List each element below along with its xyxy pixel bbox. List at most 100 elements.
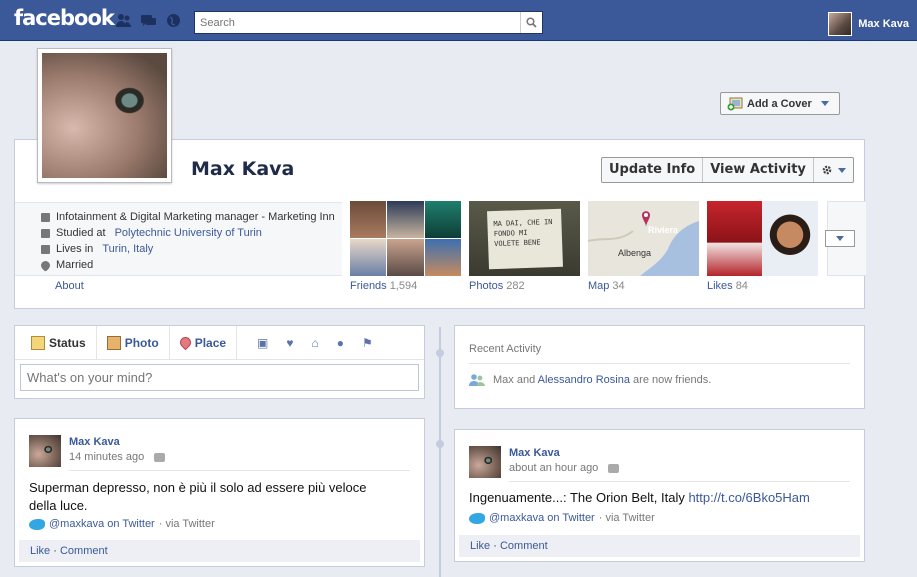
recent-activity-title: Recent Activity — [469, 343, 542, 355]
post-time[interactable]: 14 minutes ago — [69, 451, 144, 463]
author-avatar[interactable] — [29, 435, 61, 467]
view-activity-button[interactable]: View Activity — [703, 158, 814, 182]
post-text: Ingenuamente...: The Orion Belt, Italy h… — [469, 490, 810, 505]
chevron-down-icon — [836, 236, 844, 241]
via-source: · via Twitter — [158, 518, 215, 530]
place-pin-icon — [177, 334, 193, 351]
home-icon[interactable]: ⌂ — [312, 336, 319, 350]
info-relationship: Married — [39, 257, 342, 273]
status-composer: Status Photo Place ▣ ♥ ⌂ ● ⚑ — [14, 325, 425, 399]
twitter-user-link[interactable]: @maxkava on Twitter — [49, 518, 155, 530]
user-name: Max Kava — [858, 18, 909, 30]
info-relationship-text: Married — [56, 259, 94, 271]
timeline-dot — [436, 440, 444, 448]
user-menu[interactable]: Max Kava — [828, 12, 909, 36]
top-bar: facebook Max Kava — [0, 0, 917, 41]
info-work: Infotainment & Digital Marketing manager… — [41, 209, 342, 225]
audience-friends-icon[interactable] — [154, 452, 166, 462]
search-box — [194, 11, 543, 34]
twitter-bird-icon — [29, 518, 45, 530]
settings-dropdown-button[interactable] — [814, 158, 853, 182]
info-education-prefix: Studied at — [56, 227, 109, 239]
profile-name: Max Kava — [191, 158, 295, 180]
heart-icon[interactable]: ♥ — [286, 336, 293, 350]
info-education: Studied at Polytechnic University of Tur… — [41, 225, 342, 241]
friend-link[interactable]: Alessandro Rosina — [538, 374, 630, 386]
map-tile[interactable]: Riviera Albenga — [588, 201, 699, 276]
tab-place[interactable]: Place — [177, 325, 238, 360]
search-input[interactable] — [195, 12, 515, 33]
status-icon — [31, 335, 45, 350]
gear-icon — [822, 165, 832, 175]
info-location: Lives in Turin, Italy — [41, 241, 342, 257]
friends-thumbnails — [350, 201, 461, 276]
timeline-post: Max Kava 14 minutes ago Superman depress… — [14, 418, 425, 567]
map-label[interactable]: Map 34 — [588, 280, 625, 292]
about-link[interactable]: About — [55, 280, 84, 292]
timeline-dot — [436, 349, 444, 357]
likes-thumbnail-person — [762, 201, 818, 276]
composer-tabs: Status Photo Place ▣ ♥ ⌂ ● ⚑ — [15, 325, 424, 360]
map-place-label: Albenga — [618, 248, 652, 258]
like-link[interactable]: Like — [470, 540, 490, 552]
user-avatar — [828, 12, 853, 36]
status-input[interactable] — [20, 364, 419, 391]
messages-icon[interactable] — [140, 13, 157, 28]
author-name[interactable]: Max Kava — [69, 436, 120, 448]
photos-count: 282 — [506, 280, 525, 292]
comment-link[interactable]: Comment — [60, 545, 108, 557]
post-text: Superman depresso, non è più il solo ad … — [29, 480, 367, 513]
likes-count: 84 — [735, 280, 748, 292]
info-work-text: Infotainment & Digital Marketing manager… — [56, 211, 335, 223]
house-icon — [41, 244, 50, 254]
audience-friends-icon[interactable] — [608, 463, 620, 473]
twitter-user-link[interactable]: @maxkava on Twitter — [489, 512, 595, 524]
post-time[interactable]: about an hour ago — [509, 462, 598, 474]
tab-photo[interactable]: Photo — [105, 325, 170, 360]
map-region-label: Riviera — [648, 225, 679, 235]
profile-info: Infotainment & Digital Marketing manager… — [15, 202, 342, 276]
briefcase-icon[interactable]: ▣ — [257, 336, 268, 350]
facebook-logo[interactable]: facebook — [14, 6, 115, 30]
more-tiles-dropdown[interactable] — [825, 230, 855, 247]
profile-photo — [42, 53, 167, 178]
notifications-globe-icon[interactable] — [165, 13, 182, 28]
apple-icon[interactable]: ● — [337, 336, 344, 350]
friends-label[interactable]: Friends 1,594 — [350, 280, 417, 292]
post-footer: Like · Comment — [459, 535, 860, 557]
friends-tile[interactable] — [350, 201, 461, 276]
search-button[interactable] — [520, 12, 542, 33]
twitter-bird-icon — [469, 512, 485, 524]
profile-picture[interactable] — [37, 48, 172, 183]
add-photo-icon — [727, 97, 743, 110]
author-avatar[interactable] — [469, 446, 501, 478]
like-link[interactable]: Like — [30, 545, 50, 557]
timeline-post: Max Kava about an hour ago Ingenuamente.… — [454, 429, 865, 562]
tab-status[interactable]: Status — [29, 325, 97, 360]
info-location-prefix: Lives in — [56, 243, 97, 255]
likes-thumbnail-car — [707, 201, 762, 276]
author-name[interactable]: Max Kava — [509, 447, 560, 459]
update-info-button[interactable]: Update Info — [602, 158, 704, 182]
add-cover-button[interactable]: Add a Cover — [720, 92, 840, 115]
post-link[interactable]: http://t.co/6Bko5Ham — [688, 490, 809, 505]
recent-activity-card: Recent Activity Max and Alessandro Rosin… — [454, 325, 865, 409]
add-cover-label: Add a Cover — [747, 97, 812, 110]
photos-tile[interactable]: MA DAI, CHE IN FONDO MI VOLETE BENE — [469, 201, 580, 276]
friends-icon — [469, 374, 485, 386]
graduation-cap-icon — [41, 228, 50, 238]
photo-note: MA DAI, CHE IN FONDO MI VOLETE BENE — [486, 208, 563, 269]
comment-link[interactable]: Comment — [500, 540, 548, 552]
photos-label[interactable]: Photos 282 — [469, 280, 525, 292]
likes-tile[interactable] — [707, 201, 818, 276]
life-event-icons: ▣ ♥ ⌂ ● ⚑ — [257, 336, 373, 350]
profile-actions: Update Info View Activity — [601, 157, 854, 183]
friends-count: 1,594 — [389, 280, 418, 292]
briefcase-icon — [41, 212, 50, 222]
flag-icon[interactable]: ⚑ — [362, 336, 373, 350]
likes-label[interactable]: Likes 84 — [707, 280, 748, 292]
friend-requests-icon[interactable] — [115, 13, 132, 28]
city-link[interactable]: Turin, Italy — [102, 243, 153, 255]
divider — [509, 481, 850, 482]
school-link[interactable]: Polytechnic University of Turin — [115, 227, 262, 239]
